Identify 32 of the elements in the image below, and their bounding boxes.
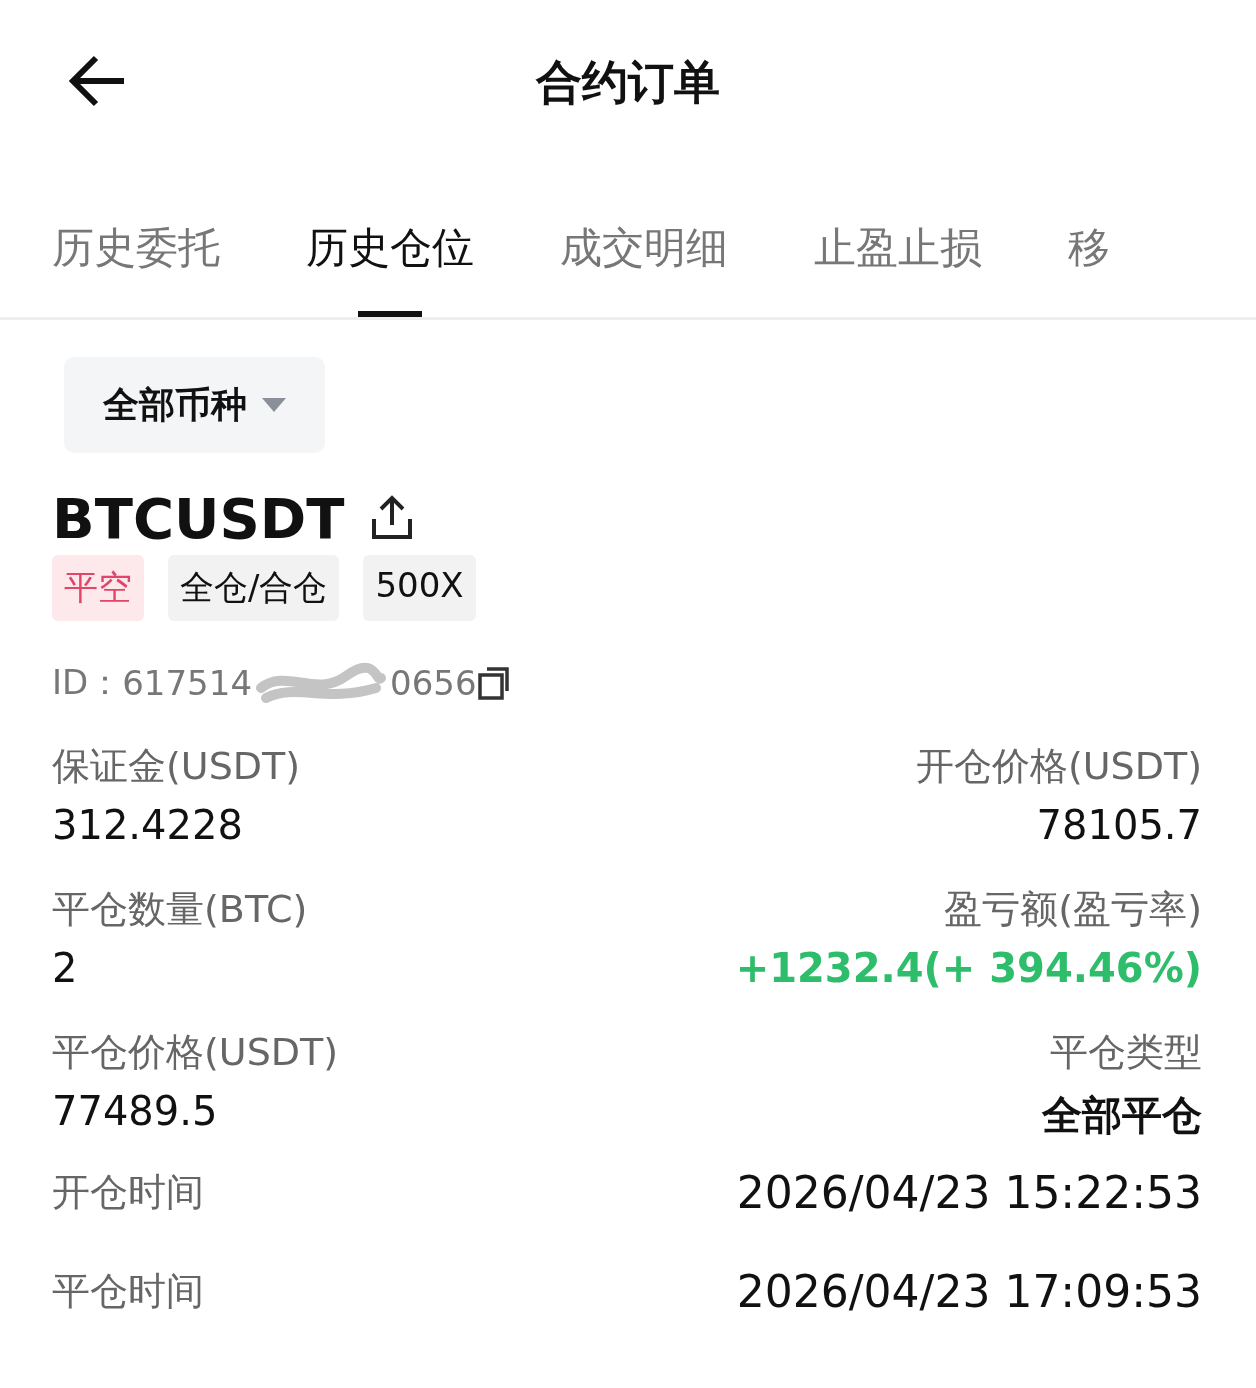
id-label: ID：: [52, 661, 123, 704]
field-value: 全部平仓: [1042, 1091, 1202, 1140]
tag: 500X: [363, 555, 476, 621]
field-value: 2026/04/23 15:22:53: [736, 1167, 1202, 1218]
field-value: 78105.7: [1036, 802, 1202, 848]
field-label: 平仓价格(USDT): [52, 1029, 339, 1076]
page-title: 合约订单: [536, 54, 720, 111]
field-value: +1232.4(+ 394.46%): [735, 945, 1202, 991]
tab[interactable]: 止盈止损: [814, 162, 982, 317]
currency-filter-dropdown[interactable]: 全部币种: [64, 357, 325, 453]
field-label: 平仓数量(BTC): [52, 886, 308, 933]
field-label: 保证金(USDT): [52, 743, 301, 790]
tab[interactable]: 移: [1068, 162, 1110, 317]
tab[interactable]: 历史委托: [52, 162, 220, 317]
field-value: 2: [52, 945, 78, 991]
field-label: 开仓时间: [52, 1169, 204, 1216]
order-id-start: 617514: [122, 663, 252, 703]
field-value: 2026/04/23 17:09:53: [736, 1266, 1202, 1317]
tag: 平空: [52, 555, 144, 621]
tab[interactable]: 成交明细: [560, 162, 728, 317]
field-label: 平仓类型: [1050, 1029, 1202, 1076]
field-label: 盈亏额(盈亏率): [944, 886, 1202, 933]
order-id-end: 0656: [390, 663, 477, 703]
field-label: 平仓时间: [52, 1268, 204, 1315]
copy-icon[interactable]: [476, 665, 511, 701]
field-value: 312.4228: [52, 802, 243, 848]
field-value: 77489.5: [52, 1088, 218, 1134]
field-label: 开仓价格(USDT): [915, 743, 1202, 790]
symbol-name: BTCUSDT: [52, 485, 345, 551]
caret-icon[interactable]: [260, 397, 287, 413]
share-icon[interactable]: [370, 495, 415, 541]
tag: 全仓/合仓: [168, 555, 340, 621]
